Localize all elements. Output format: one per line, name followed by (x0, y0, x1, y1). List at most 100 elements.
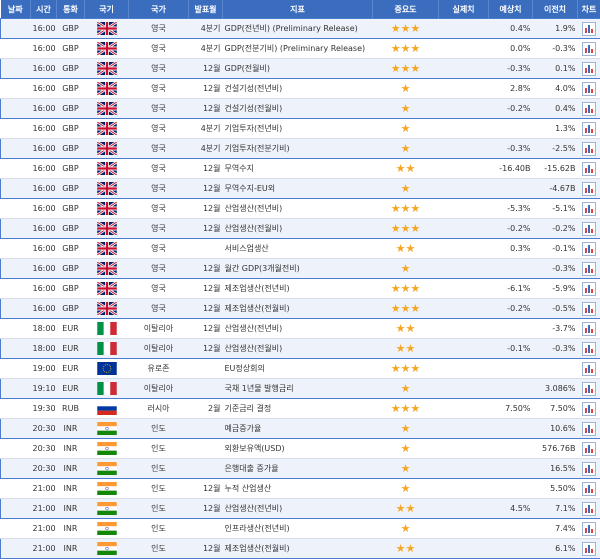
indicator-cell: 월간 GDP(3개월전비) (223, 259, 373, 279)
header-cell: 시간 (31, 0, 57, 19)
table-row[interactable]: 21:00INR인도12월누적 산업생산★5.50% (1, 479, 600, 499)
date-cell (1, 239, 31, 259)
indicator-cell: 서비스업생산 (223, 239, 373, 259)
chart-icon[interactable] (582, 42, 596, 56)
chart-cell (578, 79, 600, 99)
chart-icon[interactable] (582, 102, 596, 116)
chart-cell (578, 99, 600, 119)
chart-icon[interactable] (582, 182, 596, 196)
chart-icon[interactable] (582, 362, 596, 376)
chart-icon[interactable] (582, 382, 596, 396)
table-row[interactable]: 21:00INR인도인프라생산(전년비)★7.4% (1, 519, 600, 539)
table-row[interactable]: 18:00EUR이탈리아12월산업생산(전년비)★★-3.7% (1, 319, 600, 339)
chart-icon[interactable] (582, 202, 596, 216)
importance-cell: ★ (373, 259, 439, 279)
table-row[interactable]: 16:00GBP영국12월산업생산(전월비)★★★-0.2%-0.2% (1, 219, 600, 239)
header-row: 날짜시간통화국기국가발표월지표중요도실제치예상치이전치차트 (1, 0, 600, 19)
chart-icon[interactable] (582, 442, 596, 456)
chart-icon[interactable] (582, 422, 596, 436)
flag-cell (85, 79, 129, 99)
table-row[interactable]: 16:00GBP영국12월산업생산(전년비)★★★-5.3%-5.1% (1, 199, 600, 219)
chart-icon[interactable] (582, 482, 596, 496)
chart-icon[interactable] (582, 302, 596, 316)
chart-icon[interactable] (582, 262, 596, 276)
chart-icon[interactable] (582, 222, 596, 236)
table-row[interactable]: 21:00INR인도12월산업생산(전년비)★★4.5%7.1% (1, 499, 600, 519)
currency-cell: INR (57, 499, 85, 519)
indicator-cell: 무역수지-EU외 (223, 179, 373, 199)
currency-cell: GBP (57, 219, 85, 239)
release-month-cell: 12월 (189, 79, 223, 99)
table-row[interactable]: 20:30INR인도은행대출 증가율★16.5% (1, 459, 600, 479)
importance-cell: ★ (373, 119, 439, 139)
chart-icon[interactable] (582, 462, 596, 476)
chart-cell (578, 139, 600, 159)
currency-cell: INR (57, 519, 85, 539)
importance-star-icon: ★★ (396, 242, 416, 255)
table-row[interactable]: 16:00GBP영국12월제조업생산(전월비)★★★-0.2%-0.5% (1, 299, 600, 319)
time-cell: 18:00 (31, 319, 57, 339)
chart-icon[interactable] (582, 22, 596, 36)
table-row[interactable]: 20:30INR인도예금증가율★10.6% (1, 419, 600, 439)
chart-icon[interactable] (582, 322, 596, 336)
actual-cell (439, 459, 489, 479)
table-row[interactable]: 18:00EUR이탈리아12월산업생산(전월비)★★-0.1%-0.3% (1, 339, 600, 359)
release-month-cell: 2월 (189, 399, 223, 419)
header-cell: 이전치 (533, 0, 578, 19)
actual-cell (439, 519, 489, 539)
release-month-cell: 12월 (189, 499, 223, 519)
table-row[interactable]: 21:00INR인도12월제조업생산(전월비)★★6.1% (1, 539, 600, 559)
chart-icon[interactable] (582, 62, 596, 76)
table-row[interactable]: 16:00GBP영국4분기GDP(전년비) (Preliminary Relea… (1, 19, 600, 39)
currency-cell: INR (57, 419, 85, 439)
table-row[interactable]: 16:00GBP영국4분기기업투자(전분기비)★-0.3%-2.5% (1, 139, 600, 159)
table-row[interactable]: 16:00GBP영국12월GDP(전월비)★★★-0.3%0.1% (1, 59, 600, 79)
chart-icon[interactable] (582, 502, 596, 516)
table-row[interactable]: 16:00GBP영국12월제조업생산(전년비)★★★-6.1%-5.9% (1, 279, 600, 299)
currency-cell: GBP (57, 279, 85, 299)
country-cell: 이탈리아 (129, 379, 189, 399)
currency-cell: RUB (57, 399, 85, 419)
table-row[interactable]: 16:00GBP영국12월월간 GDP(3개월전비)★-0.3% (1, 259, 600, 279)
table-row[interactable]: 16:00GBP영국서비스업생산★★0.3%-0.1% (1, 239, 600, 259)
chart-icon[interactable] (582, 542, 596, 556)
previous-cell: 3.086% (533, 379, 578, 399)
currency-cell: GBP (57, 179, 85, 199)
chart-cell (578, 519, 600, 539)
table-row[interactable]: 16:00GBP영국12월무역수지-EU외★-4.67B (1, 179, 600, 199)
table-row[interactable]: 16:00GBP영국12월무역수지★★-16.40B-15.62B (1, 159, 600, 179)
chart-icon[interactable] (582, 402, 596, 416)
indicator-cell: 제조업생산(전월비) (223, 539, 373, 559)
table-row[interactable]: 19:10EUR이탈리아국채 1년물 발행금리★3.086% (1, 379, 600, 399)
chart-icon[interactable] (582, 342, 596, 356)
flag-cell (85, 519, 129, 539)
chart-icon[interactable] (582, 282, 596, 296)
country-cell: 영국 (129, 79, 189, 99)
chart-icon[interactable] (582, 142, 596, 156)
table-row[interactable]: 16:00GBP영국12월건설기성(전년비)★2.8%4.0% (1, 79, 600, 99)
time-cell: 16:00 (31, 299, 57, 319)
actual-cell (439, 299, 489, 319)
chart-icon[interactable] (582, 162, 596, 176)
table-row[interactable]: 16:00GBP영국4분기기업투자(전년비)★1.3% (1, 119, 600, 139)
release-month-cell: 12월 (189, 159, 223, 179)
date-cell (1, 159, 31, 179)
table-row[interactable]: 20:30INR인도외환보유액(USD)★576.76B (1, 439, 600, 459)
importance-star-icon: ★ (401, 82, 411, 95)
chart-icon[interactable] (582, 522, 596, 536)
currency-cell: EUR (57, 319, 85, 339)
chart-icon[interactable] (582, 82, 596, 96)
table-row[interactable]: 16:00GBP영국4분기GDP(전분기비) (Preliminary Rele… (1, 39, 600, 59)
previous-cell: -3.7% (533, 319, 578, 339)
chart-icon[interactable] (582, 242, 596, 256)
importance-star-icon: ★★★ (391, 222, 421, 235)
importance-cell: ★ (373, 99, 439, 119)
forecast-cell: 0.0% (489, 39, 533, 59)
uk-flag-icon (97, 22, 117, 35)
chart-icon[interactable] (582, 122, 596, 136)
table-row[interactable]: 16:00GBP영국12월건설기성(전월비)★-0.2%0.4% (1, 99, 600, 119)
indicator-cell: GDP(전월비) (223, 59, 373, 79)
flag-cell (85, 59, 129, 79)
table-row[interactable]: 19:30RUB러시아2월기준금리 결정★★★7.50%7.50% (1, 399, 600, 419)
table-row[interactable]: 19:00EUR유로존EU정상회의★★★ (1, 359, 600, 379)
